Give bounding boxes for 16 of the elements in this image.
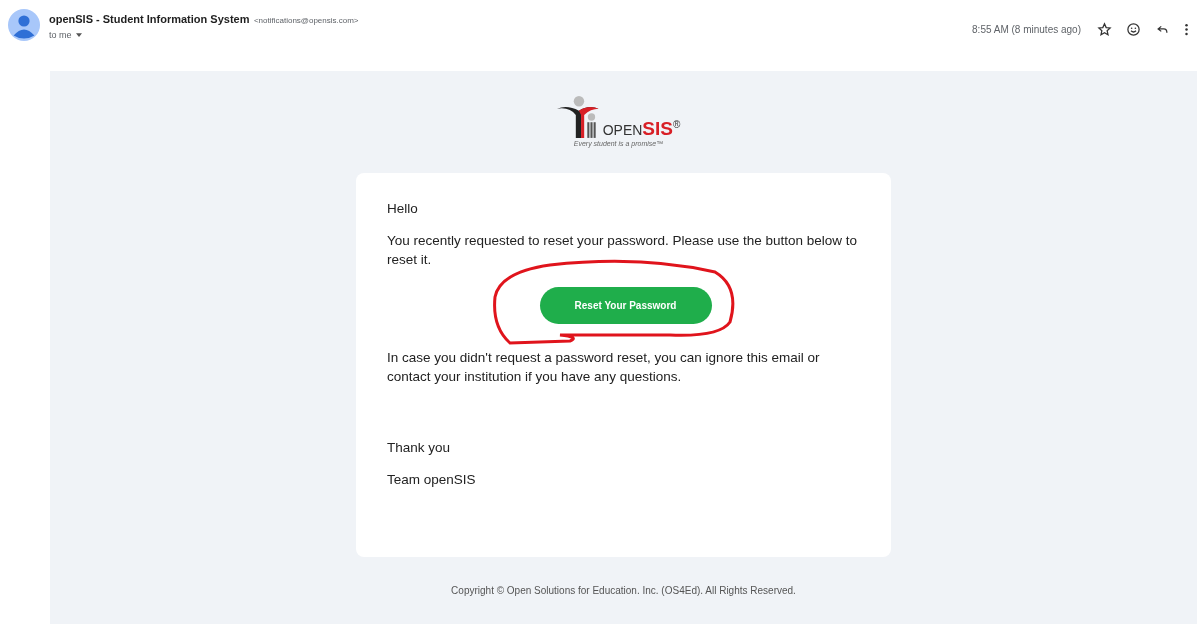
ignore-note: In case you didn't request a password reset, you can ignore this email or contact your institution if you have any questions. <box>387 349 821 386</box>
star-icon[interactable] <box>1097 22 1112 37</box>
sender-email: <notifications@opensis.com> <box>253 16 359 25</box>
logo-wordmark: OPENSIS$^{®}$ <box>602 119 681 138</box>
intro-text: You recently requested to reset your password. Please use the button below to reset it. <box>387 232 859 269</box>
sender-name: openSIS - Student Information System <box>49 13 250 25</box>
greeting: Hello <box>387 200 419 218</box>
timestamp: 8:55 AM (8 minutes ago) <box>972 24 1081 35</box>
caret-icon <box>75 33 82 37</box>
signature: Team openSIS <box>387 471 477 489</box>
avatar-icon <box>8 9 40 41</box>
thanks-text: Thank you <box>387 439 452 457</box>
recipient-dropdown[interactable]: to me <box>49 30 359 40</box>
emoji-icon[interactable] <box>1126 22 1141 37</box>
copyright-text: Copyright © Open Solutions for Education. Inc. (OS4Ed). All Rights Reserved. <box>451 585 796 596</box>
more-icon[interactable] <box>1184 22 1189 37</box>
